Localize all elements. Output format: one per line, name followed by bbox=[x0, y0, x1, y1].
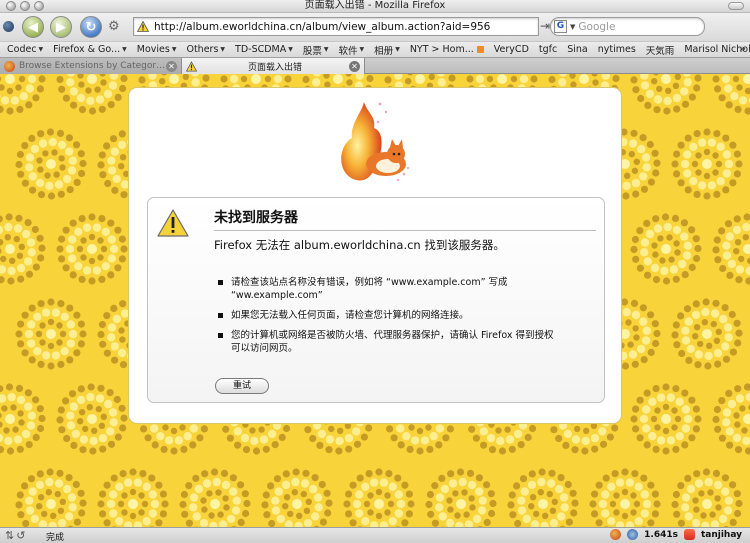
tab-browse-extensions[interactable]: Browse Extensions by Category :... ✕ bbox=[0, 58, 182, 74]
go-arrow-icon[interactable]: ⇥ bbox=[540, 19, 550, 33]
error-title: 未找到服务器 bbox=[214, 207, 596, 231]
username: tanjihay bbox=[700, 529, 742, 540]
error-suggestions: 请检查该站点名称没有错误，例如将 “www.example.com” 写成 “w… bbox=[218, 276, 558, 362]
back-button[interactable]: ◀ bbox=[22, 16, 44, 38]
tab-error-page[interactable]: 页面载入出错 ✕ bbox=[182, 58, 365, 74]
bookmark-link[interactable]: VeryCD bbox=[494, 44, 529, 55]
clock-icon bbox=[627, 529, 639, 540]
bookmarks-toolbar: Codec Firefox & Go... Movies Others TD-S… bbox=[0, 41, 750, 57]
warning-icon bbox=[137, 21, 149, 32]
firefox-status-icon[interactable] bbox=[610, 529, 622, 540]
chevron-down-icon[interactable]: ▼ bbox=[570, 23, 575, 31]
close-tab-icon[interactable]: ✕ bbox=[166, 60, 177, 72]
forward-button[interactable]: ▶ bbox=[50, 16, 72, 38]
close-tab-icon[interactable]: ✕ bbox=[349, 60, 360, 72]
firefox-mascot-icon bbox=[341, 102, 410, 182]
tab-label: Browse Extensions by Category :... bbox=[19, 61, 166, 71]
search-input[interactable]: Google bbox=[578, 21, 615, 33]
load-timer: 1.641s bbox=[644, 529, 678, 540]
rss-icon bbox=[476, 46, 484, 53]
bookmark-label: NYT > Hom... bbox=[409, 44, 474, 55]
bookmark-folder[interactable]: 相册 bbox=[374, 43, 400, 57]
list-item: 如果您无法载入任何页面，请检查您计算机的网络连接。 bbox=[218, 309, 558, 322]
warning-icon bbox=[186, 60, 197, 71]
url-text: http://album.eworldchina.cn/album/view_a… bbox=[154, 20, 491, 33]
reload-button[interactable]: ↻ bbox=[80, 16, 102, 38]
bookmark-link[interactable]: tgfc bbox=[539, 44, 557, 55]
page-content: 未找到服务器 Firefox 无法在 album.eworldchina.cn … bbox=[0, 74, 750, 527]
list-item: 请检查该站点名称没有错误，例如将 “www.example.com” 写成 “w… bbox=[218, 276, 558, 302]
title-bar: 页面载入出错 - Mozilla Firefox bbox=[0, 0, 750, 13]
tools-icon[interactable]: ⚙ bbox=[108, 19, 120, 34]
bookmark-folder[interactable]: TD-SCDMA bbox=[235, 44, 293, 55]
user-icon[interactable] bbox=[683, 529, 695, 540]
bookmark-folder[interactable]: Firefox & Go... bbox=[53, 44, 127, 55]
firefox-favicon-icon bbox=[4, 60, 15, 72]
bookmarks-overflow-button[interactable]: » bbox=[739, 42, 746, 55]
tab-label: 页面载入出错 bbox=[247, 62, 302, 73]
bookmark-link[interactable]: Sina bbox=[567, 44, 588, 55]
bookmark-link[interactable]: 天気雨 bbox=[646, 43, 675, 57]
status-text: 完成 bbox=[46, 533, 65, 543]
error-summary: Firefox 无法在 album.eworldchina.cn 找到该服务器。 bbox=[214, 238, 505, 252]
status-extensions: 1.641s tanjihay bbox=[610, 529, 742, 540]
bookmark-link[interactable]: NYT > Hom... bbox=[410, 44, 484, 55]
bookmark-folder[interactable]: 软件 bbox=[339, 43, 365, 57]
search-bar[interactable]: G ▼ Google bbox=[550, 17, 705, 36]
status-bar: ⇅↺ 完成 1.641s tanjihay bbox=[0, 527, 750, 543]
url-bar[interactable]: http://album.eworldchina.cn/album/view_a… bbox=[133, 17, 539, 36]
retry-button[interactable]: 重试 bbox=[215, 378, 269, 394]
warning-icon bbox=[157, 209, 189, 237]
window-title: 页面载入出错 - Mozilla Firefox bbox=[304, 0, 446, 11]
bookmark-folder[interactable]: Others bbox=[186, 44, 225, 55]
search-engine-icon[interactable]: G bbox=[554, 20, 567, 33]
navigation-toolbar: ◀ ▶ ↻ ⚙ http://album.eworldchina.cn/albu… bbox=[0, 13, 750, 41]
toolbar-toggle-button[interactable] bbox=[728, 2, 744, 10]
throbber-icon bbox=[3, 21, 14, 32]
list-item: 您的计算机或网络是否被防火墙、代理服务器保护，请确认 Firefox 得到授权可… bbox=[218, 329, 558, 355]
bookmark-link[interactable]: nytimes bbox=[598, 44, 636, 55]
error-page: 未找到服务器 Firefox 无法在 album.eworldchina.cn … bbox=[128, 87, 622, 424]
tab-strip: Browse Extensions by Category :... ✕ 页面载… bbox=[0, 57, 750, 74]
status-tool-icons[interactable]: ⇅↺ bbox=[5, 529, 27, 542]
bookmark-folder[interactable]: 股票 bbox=[303, 43, 329, 57]
bookmark-folder[interactable]: Codec bbox=[7, 44, 43, 55]
error-message-box: 未找到服务器 Firefox 无法在 album.eworldchina.cn … bbox=[147, 197, 605, 403]
bookmark-folder[interactable]: Movies bbox=[137, 44, 177, 55]
